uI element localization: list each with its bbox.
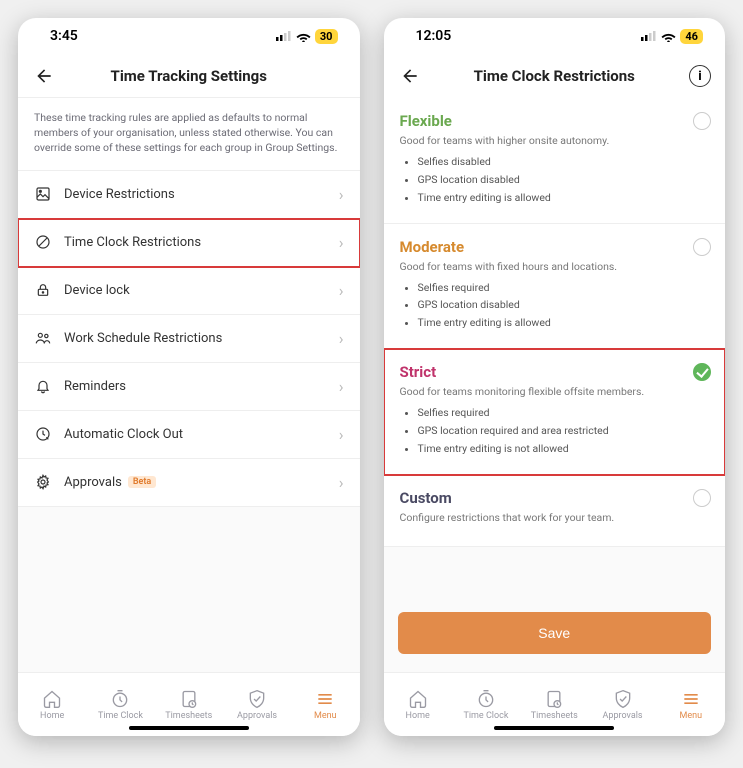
page-title: Time Clock Restrictions (384, 67, 726, 85)
tab-home[interactable]: Home (384, 673, 452, 736)
option-bullet: Time entry editing is allowed (418, 189, 710, 207)
wifi-icon (296, 31, 311, 42)
beta-badge: Beta (128, 476, 156, 488)
row-reminders[interactable]: Reminders › (18, 363, 360, 411)
tab-label: Approvals (603, 711, 643, 721)
row-automatic-clock-out[interactable]: Automatic Clock Out › (18, 411, 360, 459)
tab-label: Approvals (237, 711, 277, 721)
intro-description: These time tracking rules are applied as… (18, 98, 360, 171)
radio-unchecked[interactable] (693, 238, 711, 256)
nav-header: Time Clock Restrictions i (384, 54, 726, 98)
option-bullet: Time entry editing is allowed (418, 314, 710, 332)
option-bullet: Time entry editing is not allowed (418, 440, 710, 458)
option-title: Moderate (400, 238, 710, 256)
tab-menu[interactable]: Menu (657, 673, 725, 736)
status-time: 3:45 (50, 28, 78, 44)
option-subtitle: Good for teams with higher onsite autono… (400, 134, 710, 147)
option-bullet: GPS location disabled (418, 171, 710, 189)
row-label: Device Restrictions (64, 187, 175, 202)
back-button[interactable] (398, 64, 422, 88)
row-label: Time Clock Restrictions (64, 235, 201, 250)
restriction-options: Flexible Good for teams with higher onsi… (384, 98, 726, 547)
option-bullet: Selfies required (418, 404, 710, 422)
chevron-right-icon: › (339, 281, 344, 300)
home-indicator (494, 726, 614, 730)
chevron-right-icon: › (339, 233, 344, 252)
row-device-lock[interactable]: Device lock › (18, 267, 360, 315)
row-label: Approvals (64, 475, 122, 490)
option-title: Custom (400, 489, 710, 507)
chevron-right-icon: › (339, 377, 344, 396)
status-time: 12:05 (416, 28, 452, 44)
bell-icon (34, 377, 52, 395)
option-title: Flexible (400, 112, 710, 130)
chevron-right-icon: › (339, 329, 344, 348)
device-icon (34, 185, 52, 203)
radio-checked[interactable] (693, 363, 711, 381)
tab-label: Home (40, 711, 64, 721)
option-subtitle: Configure restrictions that work for you… (400, 511, 710, 524)
page-title: Time Tracking Settings (18, 67, 360, 85)
cellular-icon (641, 31, 657, 41)
home-indicator (129, 726, 249, 730)
option-bullet: GPS location disabled (418, 296, 710, 314)
info-button[interactable]: i (689, 65, 711, 87)
tab-label: Time Clock (98, 711, 143, 721)
status-bar: 12:05 46 (384, 18, 726, 54)
tab-menu[interactable]: Menu (291, 673, 359, 736)
chevron-right-icon: › (339, 473, 344, 492)
cellular-icon (276, 31, 292, 41)
back-button[interactable] (32, 64, 56, 88)
tab-home[interactable]: Home (18, 673, 86, 736)
save-button[interactable]: Save (398, 612, 712, 654)
wifi-icon (661, 31, 676, 42)
row-device-restrictions[interactable]: Device Restrictions › (18, 171, 360, 219)
tab-label: Menu (680, 711, 703, 721)
chevron-right-icon: › (339, 425, 344, 444)
battery-level: 30 (315, 29, 338, 44)
option-flexible[interactable]: Flexible Good for teams with higher onsi… (384, 98, 726, 224)
tab-label: Home (406, 711, 430, 721)
phone-1-settings: 3:45 30 Time Tracking Settings These tim… (18, 18, 360, 736)
chevron-right-icon: › (339, 185, 344, 204)
row-approvals[interactable]: Approvals Beta › (18, 459, 360, 507)
radio-unchecked[interactable] (693, 489, 711, 507)
clock-out-icon (34, 425, 52, 443)
option-bullet: Selfies required (418, 279, 710, 297)
option-bullet: GPS location required and area restricte… (418, 422, 710, 440)
row-label: Automatic Clock Out (64, 427, 183, 442)
status-bar: 3:45 30 (18, 18, 360, 54)
option-subtitle: Good for teams with fixed hours and loca… (400, 260, 710, 273)
team-icon (34, 329, 52, 347)
nav-header: Time Tracking Settings (18, 54, 360, 98)
option-custom[interactable]: Custom Configure restrictions that work … (384, 475, 726, 547)
tab-label: Time Clock (463, 711, 508, 721)
row-work-schedule-restrictions[interactable]: Work Schedule Restrictions › (18, 315, 360, 363)
row-label: Device lock (64, 283, 130, 298)
prohibit-icon (34, 233, 52, 251)
option-strict[interactable]: Strict Good for teams monitoring flexibl… (384, 349, 726, 475)
option-moderate[interactable]: Moderate Good for teams with fixed hours… (384, 224, 726, 350)
row-label: Work Schedule Restrictions (64, 331, 222, 346)
row-time-clock-restrictions[interactable]: Time Clock Restrictions › (18, 219, 360, 267)
radio-unchecked[interactable] (693, 112, 711, 130)
tab-label: Menu (314, 711, 337, 721)
phone-2-restrictions: 12:05 46 Time Clock Restrictions i Flexi… (384, 18, 726, 736)
option-bullet: Selfies disabled (418, 153, 710, 171)
settings-list: Device Restrictions › Time Clock Restric… (18, 171, 360, 507)
option-title: Strict (400, 363, 710, 381)
row-label: Reminders (64, 379, 126, 394)
battery-level: 46 (680, 29, 703, 44)
lock-icon (34, 281, 52, 299)
tab-label: Timesheets (531, 711, 578, 721)
option-subtitle: Good for teams monitoring flexible offsi… (400, 385, 710, 398)
tab-label: Timesheets (165, 711, 212, 721)
gear-icon (34, 473, 52, 491)
